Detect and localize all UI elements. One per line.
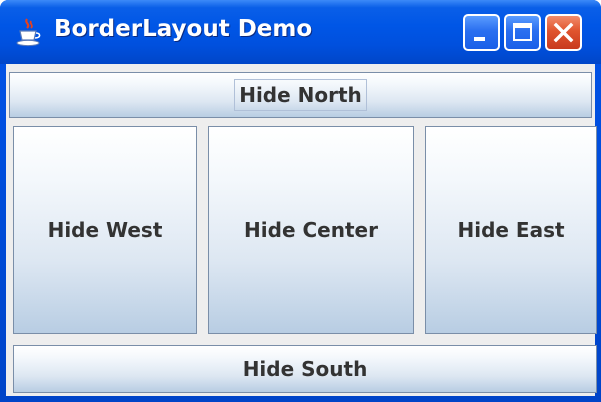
java-cup-icon xyxy=(14,17,44,47)
hide-east-button[interactable]: Hide East xyxy=(425,126,597,334)
hide-west-label: Hide West xyxy=(47,218,163,242)
maximize-icon xyxy=(513,23,532,41)
hide-north-label: Hide North xyxy=(234,79,367,111)
hide-south-button[interactable]: Hide South xyxy=(13,345,597,393)
app-window: BorderLayout Demo Hide North Hide West H… xyxy=(0,0,601,402)
minimize-button[interactable] xyxy=(463,14,500,51)
hide-north-button[interactable]: Hide North xyxy=(9,72,592,118)
hide-west-button[interactable]: Hide West xyxy=(13,126,197,334)
close-button[interactable] xyxy=(545,14,582,51)
minimize-icon xyxy=(474,37,485,41)
title-bar[interactable]: BorderLayout Demo xyxy=(0,0,601,64)
hide-center-label: Hide Center xyxy=(244,218,378,242)
hide-center-button[interactable]: Hide Center xyxy=(208,126,414,334)
hide-east-label: Hide East xyxy=(457,218,565,242)
maximize-button[interactable] xyxy=(504,14,541,51)
close-icon xyxy=(553,22,574,43)
hide-south-label: Hide South xyxy=(242,357,368,381)
window-title: BorderLayout Demo xyxy=(54,16,313,42)
